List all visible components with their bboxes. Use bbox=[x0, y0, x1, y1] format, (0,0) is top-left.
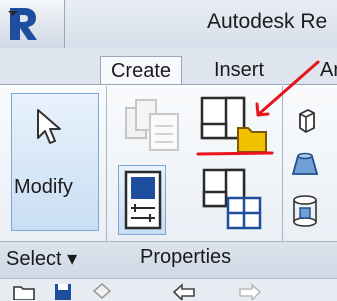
cursor-arrow-icon bbox=[37, 109, 61, 144]
select-panel-label[interactable]: Select ▾ bbox=[6, 246, 77, 271]
quick-access-toolbar bbox=[0, 278, 337, 301]
tab-annotate[interactable]: Ar bbox=[320, 56, 337, 84]
chevron-down-icon bbox=[8, 11, 18, 16]
application-menu-button[interactable] bbox=[0, 0, 65, 48]
modify-label: Modify bbox=[14, 176, 73, 198]
sync-icon[interactable] bbox=[90, 281, 114, 300]
tab-create[interactable]: Create bbox=[100, 56, 182, 84]
component-3d-icon[interactable] bbox=[290, 150, 320, 180]
type-selector-grid-icon[interactable] bbox=[200, 166, 270, 234]
window-title: Autodesk Re bbox=[207, 10, 328, 33]
title-bar: Autodesk Re bbox=[0, 0, 337, 48]
redo-icon[interactable] bbox=[236, 282, 264, 300]
family-folder-icon[interactable] bbox=[198, 94, 274, 158]
open-folder-icon[interactable] bbox=[12, 283, 36, 300]
ribbon-tabs: Create Insert Ar bbox=[0, 48, 337, 84]
column-3d-icon[interactable] bbox=[290, 194, 320, 230]
properties-panel-label: Properties bbox=[140, 246, 232, 268]
save-icon[interactable] bbox=[52, 282, 74, 300]
wall-3d-icon[interactable] bbox=[294, 108, 318, 134]
undo-icon[interactable] bbox=[170, 282, 198, 300]
tab-insert[interactable]: Insert bbox=[214, 56, 264, 84]
properties-palette-icon bbox=[124, 170, 162, 230]
type-properties-icon[interactable] bbox=[122, 96, 188, 158]
